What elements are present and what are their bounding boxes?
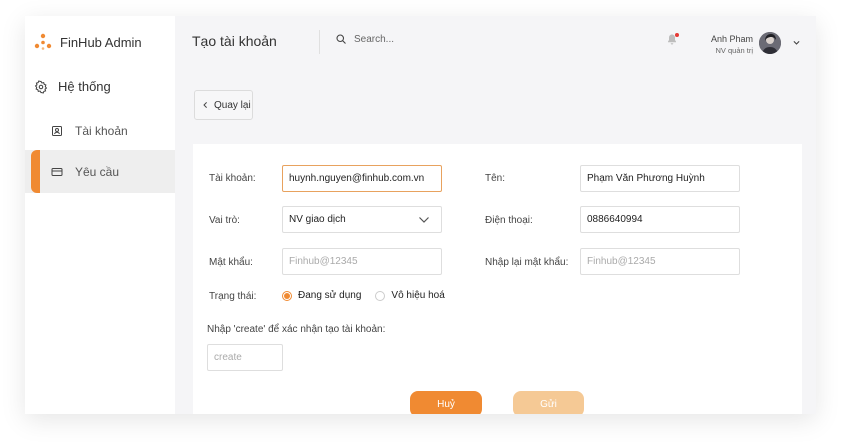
user-name: Anh Pham [710, 34, 753, 44]
submit-button[interactable]: Gửi [513, 391, 584, 414]
confirm-create-field[interactable]: create [207, 344, 283, 371]
confirm-instruction: Nhập 'create' để xác nhận tạo tài khoản: [207, 324, 386, 335]
password-label: Mật khẩu: [209, 257, 253, 268]
back-button[interactable]: Quay lại [194, 90, 253, 120]
status-disabled-radio[interactable] [375, 290, 386, 301]
status-radio-group: Đang sử dụng Vô hiệu hoá [282, 290, 445, 301]
brand-name: FinHub Admin [60, 34, 142, 50]
brand[interactable]: FinHub Admin [34, 33, 142, 51]
notification-button[interactable] [666, 33, 679, 51]
phone-field[interactable]: 0886640994 [580, 206, 740, 233]
sidebar-group-label: Hệ thống [58, 79, 111, 94]
back-button-label: Quay lại [214, 99, 251, 111]
search-icon [336, 34, 346, 44]
chevron-left-icon [203, 102, 207, 108]
search-input[interactable]: Search... [335, 33, 394, 45]
account-field[interactable]: huynh.nguyen@finhub.com.vn [282, 165, 442, 192]
sidebar: FinHub Admin Hệ thống Tài khoản Yêu cầu [25, 16, 175, 414]
create-account-form: Tài khoản: huynh.nguyen@finhub.com.vn Tê… [193, 144, 802, 414]
role-select-value: NV giao dịch [289, 214, 346, 225]
top-header: Tạo tài khoản Search... Anh Pham NV quản… [175, 16, 816, 68]
chevron-down-icon[interactable] [792, 38, 801, 47]
password-field[interactable]: Finhub@12345 [282, 248, 442, 275]
status-label: Trạng thái: [209, 291, 257, 302]
chevron-down-icon [419, 217, 429, 223]
name-label: Tên: [485, 173, 506, 184]
credit-card-icon [51, 167, 63, 176]
sidebar-item-label: Tài khoản [75, 123, 128, 138]
user-role: NV quản trị [715, 46, 753, 55]
notification-dot [675, 33, 679, 37]
role-select[interactable]: NV giao dịch [282, 206, 442, 233]
app-window: FinHub Admin Hệ thống Tài khoản Yêu cầu [25, 16, 816, 414]
confirm-password-field[interactable]: Finhub@12345 [580, 248, 740, 275]
header-divider [319, 30, 320, 54]
cancel-button[interactable]: Huỷ [410, 391, 482, 414]
sidebar-item-account[interactable]: Tài khoản [25, 109, 175, 152]
sidebar-item-request[interactable]: Yêu cầu [25, 150, 175, 193]
status-disabled-label: Vô hiệu hoá [391, 290, 445, 301]
sidebar-group-system[interactable]: Hệ thống [34, 79, 111, 94]
role-label: Vai trò: [209, 215, 240, 226]
phone-label: Điện thoại: [485, 215, 533, 226]
search-placeholder: Search... [354, 33, 395, 45]
name-field[interactable]: Phạm Văn Phương Huỳnh [580, 165, 740, 192]
confirm-password-label: Nhập lại mật khẩu: [485, 257, 569, 268]
account-label: Tài khoản: [209, 173, 256, 184]
avatar[interactable] [759, 32, 781, 54]
status-active-label: Đang sử dụng [298, 290, 362, 301]
sidebar-item-label: Yêu cầu [75, 164, 120, 179]
avatar-image [759, 32, 781, 54]
page-title: Tạo tài khoản [192, 33, 277, 49]
user-card-icon [52, 125, 62, 136]
finhub-logo-icon [34, 33, 52, 50]
gear-icon [34, 79, 48, 94]
status-active-radio[interactable] [282, 290, 292, 301]
